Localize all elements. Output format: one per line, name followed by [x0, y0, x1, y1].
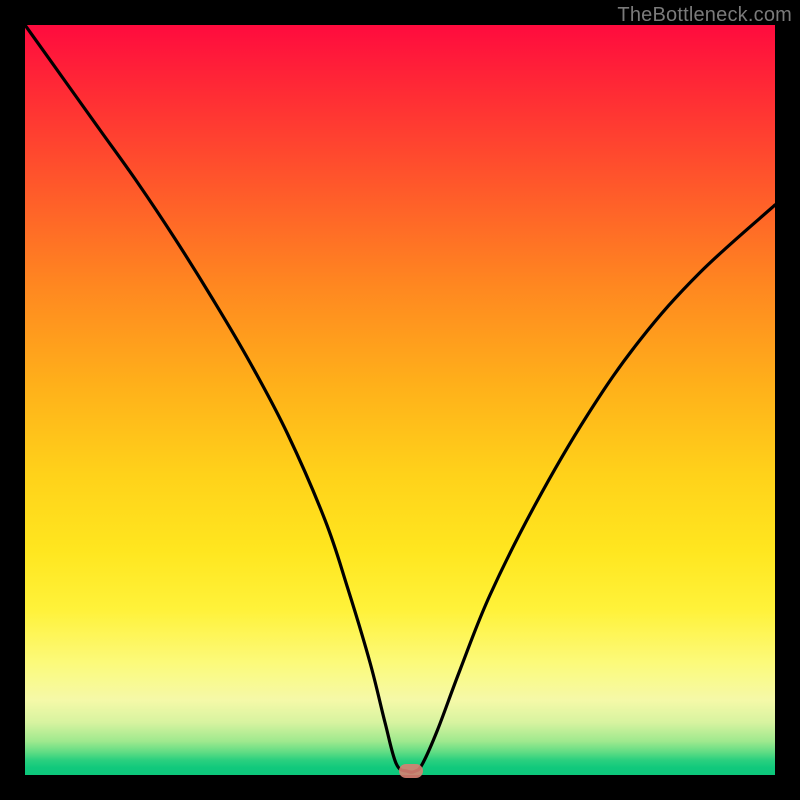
- plot-area: [25, 25, 775, 775]
- minimum-marker: [399, 764, 423, 778]
- bottleneck-curve: [25, 25, 775, 775]
- watermark-text: TheBottleneck.com: [617, 4, 792, 27]
- chart-stage: TheBottleneck.com: [0, 0, 800, 800]
